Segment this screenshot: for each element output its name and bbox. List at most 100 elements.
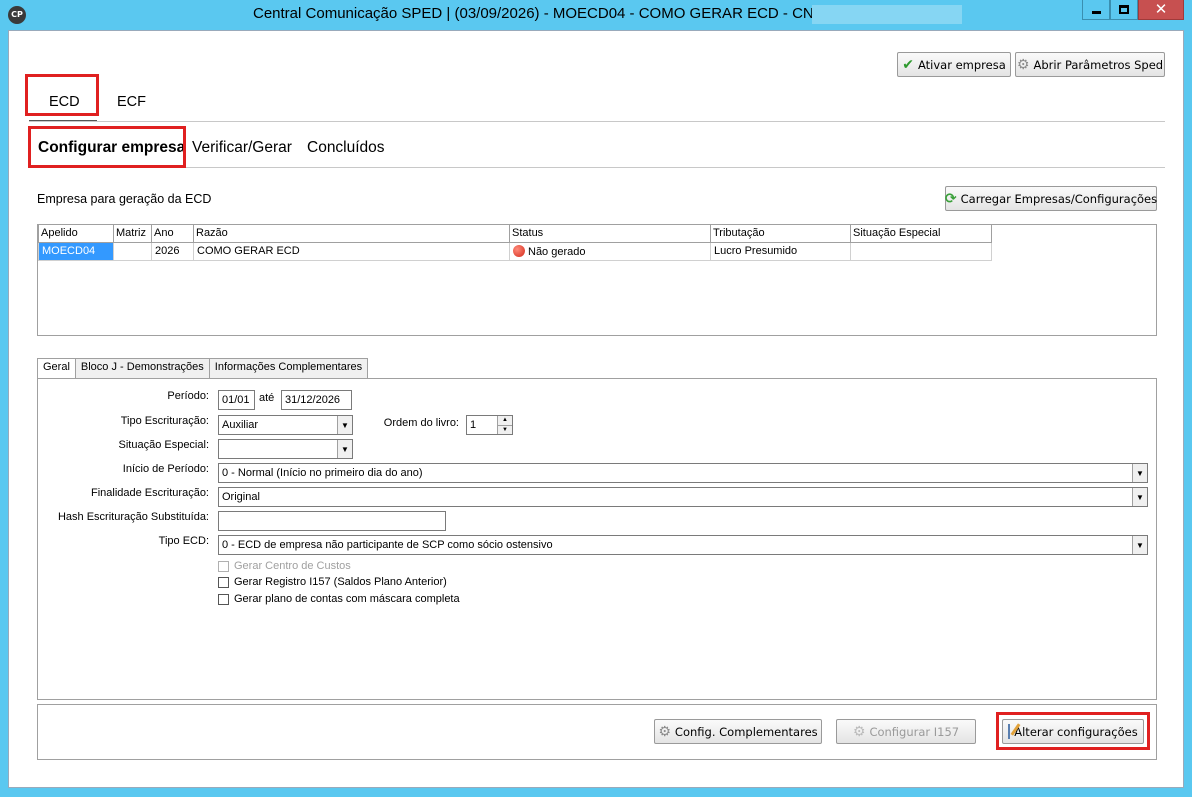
ordem-livro-stepper[interactable]: 1 ▲ ▼: [466, 415, 513, 435]
spinner-icon[interactable]: ▲ ▼: [497, 416, 512, 434]
cell-ano[interactable]: 2026: [151, 241, 194, 261]
inicio-periodo-value: 0 - Normal (Início no primeiro dia do an…: [222, 467, 423, 479]
gerar-centro-custos-checkbox: Gerar Centro de Custos: [218, 560, 351, 572]
table-row[interactable]: MOECD04 2026 COMO GERAR ECD Não gerado L…: [38, 241, 992, 261]
configurar-i157-button: ⚙ Configurar I157: [836, 719, 976, 744]
dropdown-arrow-icon[interactable]: ▼: [1132, 536, 1147, 554]
status-red-icon: [513, 244, 525, 257]
periodo-inicio-input[interactable]: 01/01: [218, 390, 255, 410]
minimize-button[interactable]: [1082, 0, 1110, 20]
cell-status[interactable]: Não gerado: [509, 241, 711, 261]
title-bar: CP Central Comunicação SPED | (03/09/202…: [0, 0, 1192, 30]
inicio-periodo-label: Início de Período:: [122, 463, 209, 475]
dropdown-arrow-icon[interactable]: ▼: [1132, 464, 1147, 482]
dropdown-arrow-icon[interactable]: ▼: [1132, 488, 1147, 506]
hash-label: Hash Escrituração Substituída:: [57, 511, 209, 523]
finalidade-label: Finalidade Escrituração:: [90, 487, 209, 499]
gear-icon: ⚙: [658, 723, 671, 740]
ordem-livro-label: Ordem do livro:: [383, 417, 459, 429]
gerar-plano-contas-checkbox[interactable]: Gerar plano de contas com máscara comple…: [218, 593, 460, 605]
spin-up-icon[interactable]: ▲: [498, 416, 512, 425]
periodo-fim-input[interactable]: 31/12/2026: [281, 390, 352, 410]
spin-down-icon[interactable]: ▼: [498, 424, 512, 435]
alterar-configuracoes-label: Alterar configurações: [1014, 724, 1138, 739]
geral-panel: Período: 01/01 até 31/12/2026 Tipo Escri…: [37, 378, 1157, 700]
ativar-empresa-label: Ativar empresa: [917, 57, 1006, 72]
section-title: Empresa para geração da ECD: [37, 192, 212, 206]
close-icon: ✕: [1154, 0, 1168, 18]
checkbox-box: [218, 560, 229, 572]
empresas-table: Apelido Matriz Ano Razão Status Tributaç…: [38, 225, 992, 261]
empresas-grid: Apelido Matriz Ano Razão Status Tributaç…: [37, 224, 1157, 336]
cell-apelido[interactable]: MOECD04: [38, 241, 114, 261]
refresh-icon: ⟳: [944, 190, 957, 207]
column-header[interactable]: Ano: [151, 225, 194, 243]
checkbox-box[interactable]: [218, 576, 229, 588]
dropdown-arrow-icon[interactable]: ▼: [337, 416, 352, 434]
close-button[interactable]: ✕: [1138, 0, 1184, 20]
cell-razao[interactable]: COMO GERAR ECD: [193, 241, 510, 261]
tipo-escrituracao-value: Auxiliar: [222, 419, 259, 431]
finalidade-select[interactable]: Original ▼: [218, 487, 1148, 507]
gerar-registro-i157-label: Gerar Registro I157 (Saldos Plano Anteri…: [234, 576, 447, 588]
tipo-escrituracao-label: Tipo Escrituração:: [120, 415, 209, 427]
edit-icon: [1008, 724, 1011, 739]
gerar-registro-i157-checkbox[interactable]: Gerar Registro I157 (Saldos Plano Anteri…: [218, 576, 447, 588]
window-controls: ✕: [1082, 0, 1184, 20]
tab-configurar-empresa[interactable]: Configurar empresa: [38, 139, 185, 157]
column-header[interactable]: Status: [509, 225, 711, 243]
tab-verificar-gerar[interactable]: Verificar/Gerar: [192, 139, 292, 157]
config-complementares-label: Config. Complementares: [674, 724, 818, 739]
situacao-especial-select[interactable]: ▼: [218, 439, 353, 459]
tab-bloco-j[interactable]: Bloco J - Demonstrações: [74, 358, 210, 378]
ativar-empresa-button[interactable]: ✔ Ativar empresa: [897, 52, 1011, 77]
dropdown-arrow-icon[interactable]: ▼: [337, 440, 352, 458]
alterar-configuracoes-button[interactable]: Alterar configurações: [1002, 719, 1144, 744]
status-text: Não gerado: [528, 245, 586, 258]
tab-ecd[interactable]: ECD: [49, 94, 80, 110]
tipo-escrituracao-select[interactable]: Auxiliar ▼: [218, 415, 353, 435]
tipo-ecd-value: 0 - ECD de empresa não participante de S…: [222, 539, 553, 551]
tab-concluidos[interactable]: Concluídos: [307, 139, 385, 157]
checkbox-box[interactable]: [218, 593, 229, 605]
column-header[interactable]: Tributação: [710, 225, 851, 243]
column-header[interactable]: Razão: [193, 225, 510, 243]
gear-icon: ⚙: [852, 723, 866, 740]
tab-geral[interactable]: Geral: [37, 358, 76, 379]
ate-label: até: [259, 392, 275, 404]
configurar-i157-label: Configurar I157: [869, 724, 960, 739]
window-title: Central Comunicação SPED | (03/09/2026) …: [253, 5, 836, 22]
ordem-livro-value: 1: [470, 419, 477, 431]
cnpj-redaction: [812, 5, 962, 24]
config-complementares-button[interactable]: ⚙ Config. Complementares: [654, 719, 822, 744]
cell-matriz[interactable]: [113, 241, 152, 261]
sub-tabs-divider: [29, 167, 1165, 168]
periodo-label: Período:: [167, 390, 209, 402]
finalidade-value: Original: [222, 491, 260, 503]
column-header[interactable]: Apelido: [38, 225, 114, 243]
maximize-button[interactable]: [1110, 0, 1138, 20]
cell-tributacao[interactable]: Lucro Presumido: [710, 241, 851, 261]
minimize-icon: [1091, 11, 1101, 14]
abrir-parametros-button[interactable]: ⚙ Abrir Parâmetros Sped: [1015, 52, 1165, 77]
tab-ecf[interactable]: ECF: [117, 94, 146, 110]
tab-informacoes-complementares[interactable]: Informações Complementares: [208, 358, 369, 378]
main-tabs-divider: [29, 121, 1165, 122]
footer-panel: ⚙ Config. Complementares ⚙ Configurar I1…: [37, 704, 1157, 760]
cell-situacao[interactable]: [850, 241, 992, 261]
inicio-periodo-select[interactable]: 0 - Normal (Início no primeiro dia do an…: [218, 463, 1148, 483]
carregar-empresas-button[interactable]: ⟳ Carregar Empresas/Configurações: [945, 186, 1157, 211]
gerar-plano-contas-label: Gerar plano de contas com máscara comple…: [234, 593, 460, 605]
abrir-parametros-label: Abrir Parâmetros Sped: [1033, 57, 1164, 72]
tipo-ecd-select[interactable]: 0 - ECD de empresa não participante de S…: [218, 535, 1148, 555]
maximize-icon: [1119, 5, 1129, 14]
column-header[interactable]: Matriz: [113, 225, 152, 243]
detail-tabstrip: Geral Bloco J - Demonstrações Informaçõe…: [37, 358, 369, 379]
tipo-ecd-label: Tipo ECD:: [158, 535, 209, 547]
gear-icon: ⚙: [1016, 56, 1030, 73]
hash-input[interactable]: [218, 511, 446, 531]
situacao-especial-label: Situação Especial:: [118, 439, 210, 451]
grid-header-row: Apelido Matriz Ano Razão Status Tributaç…: [38, 225, 992, 243]
column-header[interactable]: Situação Especial: [850, 225, 992, 243]
checkmark-icon: ✔: [902, 56, 914, 73]
